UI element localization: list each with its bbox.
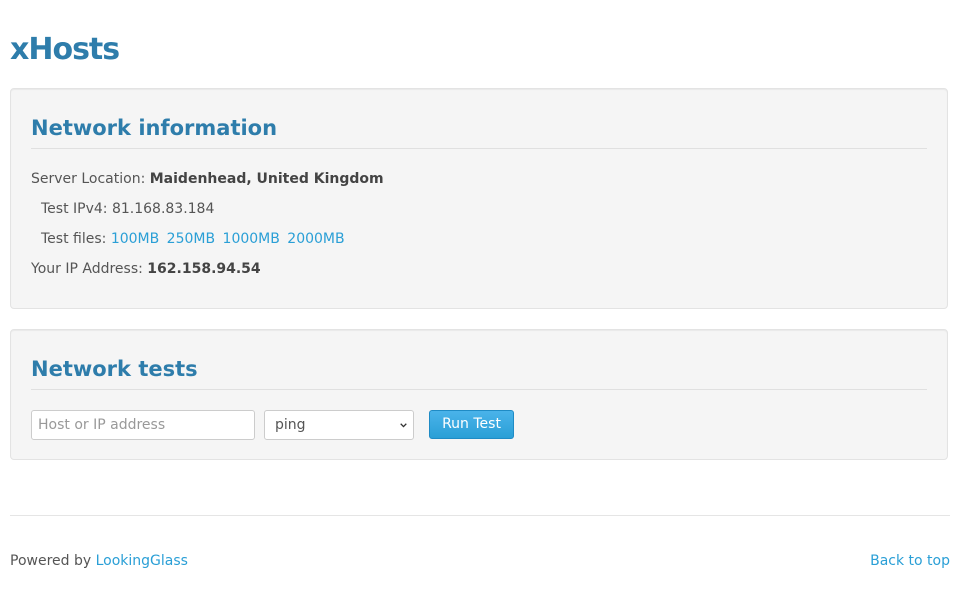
network-tests-title: Network tests [31, 357, 198, 381]
test-ipv4-label: Test IPv4: [41, 201, 108, 217]
test-ipv4-row: Test IPv4: 81.168.83.184 [41, 199, 214, 219]
your-ip-row: Your IP Address: 162.158.94.54 [31, 259, 261, 279]
lookingglass-link[interactable]: LookingGlass [96, 553, 188, 569]
server-location-row: Server Location: Maidenhead, United King… [31, 169, 384, 189]
your-ip-value: 162.158.94.54 [147, 261, 261, 277]
test-ipv4-value: 81.168.83.184 [111, 201, 215, 217]
powered-by-text: Powered by [10, 553, 92, 569]
network-tests-panel: Network tests ping Run Test [10, 329, 948, 460]
network-information-panel: Network information Server Location: Mai… [10, 88, 948, 309]
test-files-row: Test files: 100MB 250MB 1000MB 2000MB [41, 229, 348, 249]
chevron-down-icon [400, 423, 407, 428]
site-logo[interactable]: xHosts [10, 30, 120, 70]
network-information-title: Network information [31, 116, 278, 140]
test-type-select[interactable]: ping [264, 410, 414, 440]
divider [31, 389, 927, 390]
back-to-top[interactable]: Back to top [870, 551, 950, 571]
host-input[interactable] [31, 410, 255, 440]
server-location-label: Server Location: [31, 171, 146, 187]
test-file-250mb-link[interactable]: 250MB [167, 231, 215, 247]
footer-divider [10, 515, 950, 516]
run-test-button[interactable]: Run Test [429, 410, 514, 439]
page: xHosts Network information Server Locati… [0, 0, 960, 600]
test-file-1000mb-link[interactable]: 1000MB [223, 231, 280, 247]
powered-by: Powered by LookingGlass [10, 551, 188, 571]
server-location-value: Maidenhead, United Kingdom [149, 171, 384, 187]
test-file-100mb-link[interactable]: 100MB [111, 231, 159, 247]
divider [31, 148, 927, 149]
test-type-selected-value: ping [275, 417, 306, 433]
your-ip-label: Your IP Address: [31, 261, 143, 277]
back-to-top-link[interactable]: Back to top [870, 553, 950, 569]
test-file-2000mb-link[interactable]: 2000MB [287, 231, 344, 247]
test-files-label: Test files: [41, 231, 107, 247]
